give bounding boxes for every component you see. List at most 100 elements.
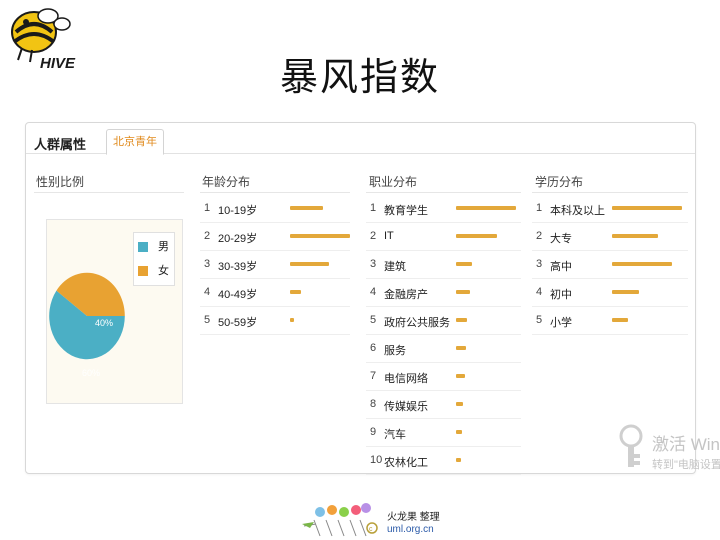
occupation-label: 传媒娱乐 [384, 401, 428, 413]
age-label: 30-39岁 [218, 261, 258, 273]
education-label: 小学 [550, 317, 572, 329]
education-row: 2 大专 [532, 223, 688, 251]
rank-number: 2 [370, 230, 377, 242]
footer-org-name: 火龙果 整理 [387, 512, 440, 523]
panel-title: 人群属性 [34, 137, 87, 152]
occupation-label: 农林化工 [384, 457, 428, 469]
education-row: 1 本科及以上 [532, 195, 688, 223]
occupation-bar [456, 318, 467, 322]
occupation-bar [456, 234, 497, 238]
occupation-label: 金融房产 [384, 289, 428, 301]
legend-label-female: 女 [158, 265, 169, 277]
uml-logo: c [302, 503, 378, 537]
tab-beijing-youth[interactable]: 北京青年 [106, 129, 164, 155]
gender-section-header: 性别比例 [36, 175, 85, 189]
occupation-bar [456, 290, 470, 294]
age-label: 10-19岁 [218, 205, 258, 217]
rank-number: 1 [370, 202, 377, 214]
rank-number: 7 [370, 370, 377, 382]
rank-number: 10 [370, 454, 383, 466]
age-row: 2 20-29岁 [200, 223, 350, 251]
activation-watermark-subtitle: 转到"电脑设置" [652, 459, 720, 471]
education-bar [612, 206, 682, 210]
rank-number: 5 [204, 314, 211, 326]
rank-number: 1 [204, 202, 211, 214]
education-label: 高中 [550, 261, 572, 273]
occupation-label: 教育学生 [384, 205, 428, 217]
gender-pie-chart: 60% 40% 男 女 [46, 219, 183, 404]
rank-number: 2 [536, 230, 543, 242]
age-bar [290, 290, 301, 294]
row-divider [200, 334, 350, 335]
age-label: 20-29岁 [218, 233, 258, 245]
occupation-label: 建筑 [384, 261, 406, 273]
legend-label-male: 男 [158, 241, 169, 253]
education-row: 4 初中 [532, 279, 688, 307]
occupation-bar [456, 206, 516, 210]
occupation-bar [456, 374, 465, 378]
age-label: 40-49岁 [218, 289, 258, 301]
rank-number: 8 [370, 398, 377, 410]
age-bar [290, 234, 350, 238]
occupation-row: 1 教育学生 [366, 195, 521, 223]
occupation-label: 政府公共服务 [384, 317, 450, 329]
occupation-row: 9 汽车 [366, 419, 521, 447]
divider [366, 192, 521, 193]
occupation-row: 6 服务 [366, 335, 521, 363]
education-row: 5 小学 [532, 307, 688, 335]
occupation-label: 汽车 [384, 429, 406, 441]
age-row: 4 40-49岁 [200, 279, 350, 307]
occupation-row: 2 IT [366, 223, 521, 251]
pie-legend: 男 女 [133, 232, 175, 286]
legend-swatch-male [138, 242, 148, 252]
age-row: 3 30-39岁 [200, 251, 350, 279]
row-divider [532, 334, 688, 335]
age-section-header: 年龄分布 [202, 175, 251, 189]
occupation-row: 8 传媒娱乐 [366, 391, 521, 419]
key-watermark-icon [619, 424, 643, 467]
education-bar [612, 318, 628, 322]
activation-watermark-title: 激活 Wind [652, 435, 720, 454]
occupation-section-header: 职业分布 [369, 175, 418, 189]
education-row: 3 高中 [532, 251, 688, 279]
rank-number: 3 [204, 258, 211, 270]
divider [532, 192, 688, 193]
age-bar [290, 206, 323, 210]
rank-number: 5 [370, 314, 377, 326]
education-label: 初中 [550, 289, 572, 301]
legend-swatch-female [138, 266, 148, 276]
education-label: 大专 [550, 233, 572, 245]
crowd-attributes-panel: 人群属性 北京青年 性别比例 60% 40% 男 女 年龄分布 1 10-19岁 2… [25, 122, 696, 475]
rank-number: 5 [536, 314, 543, 326]
occupation-row: 4 金融房产 [366, 279, 521, 307]
education-bar [612, 290, 639, 294]
rank-number: 4 [204, 286, 211, 298]
age-row: 5 50-59岁 [200, 307, 350, 335]
education-bar [612, 262, 672, 266]
pie-label-female: 40% [95, 318, 114, 328]
rank-number: 3 [370, 258, 377, 270]
education-label: 本科及以上 [550, 205, 605, 217]
age-row: 1 10-19岁 [200, 195, 350, 223]
rank-number: 4 [536, 286, 543, 298]
age-bar [290, 262, 329, 266]
footer-url-link[interactable]: uml.org.cn [387, 524, 434, 535]
slide-title: 暴风指数 [279, 55, 440, 99]
rank-number: 1 [536, 202, 543, 214]
occupation-label: 服务 [384, 345, 406, 357]
education-section-header: 学历分布 [535, 175, 584, 189]
rank-number: 2 [204, 230, 211, 242]
occupation-row: 5 政府公共服务 [366, 307, 521, 335]
occupation-row: 10 农林化工 [366, 447, 521, 475]
divider [200, 192, 350, 193]
divider [34, 192, 184, 193]
occupation-bar [456, 430, 462, 434]
occupation-bar [456, 346, 466, 350]
rank-number: 3 [536, 258, 543, 270]
occupation-bar [456, 262, 472, 266]
rank-number: 4 [370, 286, 377, 298]
age-label: 50-59岁 [218, 317, 258, 329]
rank-number: 9 [370, 426, 377, 438]
occupation-row: 7 电信网络 [366, 363, 521, 391]
rank-number: 6 [370, 342, 377, 354]
